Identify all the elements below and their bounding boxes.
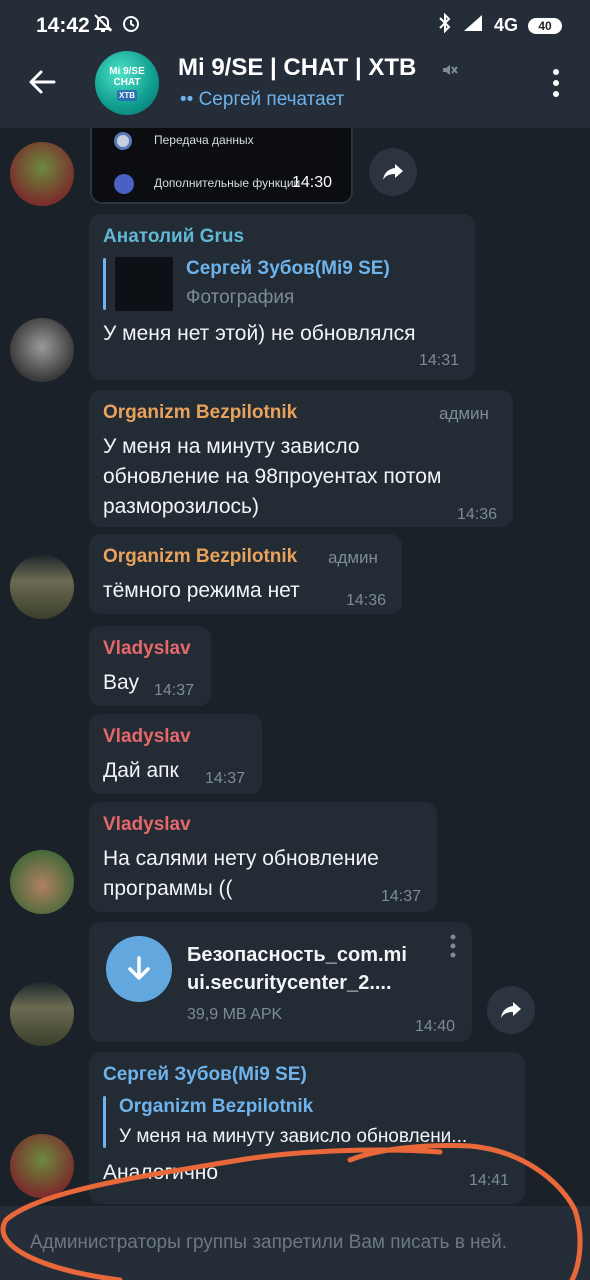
user-avatar[interactable] — [10, 982, 74, 1046]
forward-button[interactable] — [369, 148, 417, 196]
function-icon — [114, 174, 134, 194]
forward-button[interactable] — [487, 986, 535, 1034]
mute-notifications-icon — [92, 12, 114, 34]
back-button[interactable] — [22, 62, 62, 102]
user-avatar[interactable] — [10, 555, 74, 619]
chat-header: Mi 9/SE CHAT XTB Mi 9/SE | CHAT | XTB ••… — [0, 40, 590, 128]
message-bubble[interactable]: Vladyslav Дай апк 14:37 — [89, 714, 262, 794]
signal-icon — [462, 14, 484, 37]
bluetooth-icon — [438, 12, 452, 38]
avatar-line-1: Mi 9/SE — [109, 65, 145, 77]
user-avatar[interactable] — [10, 850, 74, 914]
sender-name[interactable]: Vladyslav — [103, 638, 191, 660]
file-menu-button[interactable] — [449, 934, 457, 958]
sender-name[interactable]: Organizm Bezpilotnik — [103, 546, 297, 568]
file-name-line: Безопасность_com.mi — [187, 944, 407, 966]
message-text-line: обновление на 98проуентах потом — [103, 465, 442, 488]
user-avatar[interactable] — [10, 318, 74, 382]
avatar-line-2: CHAT — [113, 76, 141, 88]
message-text: Вау — [103, 671, 139, 694]
message-list[interactable]: Передача данных Дополнительные функции 1… — [0, 128, 590, 1206]
arrow-left-icon — [29, 70, 56, 94]
message-time: 14:37 — [205, 770, 246, 787]
sender-name[interactable]: Vladyslav — [103, 726, 191, 748]
reply-name[interactable]: Organizm Bezpilotnik — [119, 1096, 313, 1118]
message-bubble[interactable]: Сергей Зубов(Mi9 SE) Organizm Bezpilotni… — [89, 1052, 525, 1204]
battery-level: 40 — [538, 18, 552, 33]
forward-icon — [383, 164, 403, 180]
status-time: 14:42 — [36, 14, 90, 37]
battery-icon: 40 — [528, 17, 562, 34]
file-message[interactable]: Безопасность_com.mi ui.securitycenter_2.… — [89, 922, 472, 1042]
file-size: 39,9 MB APK — [187, 1006, 283, 1023]
admin-badge: админ — [439, 404, 489, 423]
reply-bar — [103, 1096, 106, 1148]
image-message[interactable]: Передача данных Дополнительные функции 1… — [90, 128, 353, 204]
message-time: 14:40 — [415, 1018, 456, 1035]
forward-icon — [501, 1002, 521, 1018]
user-avatar[interactable] — [10, 142, 74, 206]
message-text-line: У меня на минуту зависло — [103, 435, 360, 458]
typing-status: •• Сергей печатает — [180, 89, 345, 110]
toggle-icon — [114, 132, 132, 150]
reply-text: Фотография — [186, 287, 295, 308]
message-time: 14:36 — [346, 592, 387, 609]
message-text: У меня нет этой) не обновлялся — [103, 322, 416, 345]
avatar-line-3: XTB — [117, 89, 137, 101]
download-button[interactable] — [106, 936, 172, 1002]
message-time: 14:31 — [419, 352, 460, 369]
alarm-icon — [120, 12, 142, 34]
user-avatar[interactable] — [10, 1134, 74, 1198]
admin-badge: админ — [328, 548, 378, 567]
sender-name[interactable]: Анатолий Grus — [103, 226, 244, 248]
image-row-2: Дополнительные функции — [154, 176, 301, 190]
message-time: 14:36 — [457, 506, 498, 523]
input-bar: Администраторы группы запретили Вам писа… — [0, 1206, 590, 1280]
reply-text: У меня на минуту зависло обновлени... — [119, 1126, 468, 1147]
reply-bar — [103, 258, 106, 310]
more-options-button[interactable] — [552, 68, 560, 98]
message-bubble[interactable]: Organizm Bezpilotnik админ тёмного режим… — [89, 534, 402, 614]
message-bubble[interactable]: Vladyslav На салями нету обновление прог… — [89, 802, 437, 912]
image-row-1: Передача данных — [154, 133, 254, 147]
message-time: 14:37 — [381, 888, 422, 905]
reply-name[interactable]: Сергей Зубов(Mi9 SE) — [186, 258, 390, 280]
message-bubble[interactable]: Organizm Bezpilotnik админ У меня на мин… — [89, 390, 513, 527]
message-text: Дай апк — [103, 759, 179, 782]
message-text-line: разморозилось) — [103, 495, 259, 518]
status-icons-right: 4G 40 — [438, 12, 562, 38]
sender-name[interactable]: Organizm Bezpilotnik — [103, 402, 297, 424]
file-name-line: ui.securitycenter_2.... — [187, 972, 392, 994]
message-bubble[interactable]: Vladyslav Вау 14:37 — [89, 626, 211, 706]
muted-chat-icon — [443, 65, 458, 75]
network-type: 4G — [493, 15, 518, 35]
message-bubble[interactable]: Анатолий Grus Сергей Зубов(Mi9 SE) Фотог… — [89, 214, 475, 380]
message-time: 14:37 — [154, 682, 195, 699]
message-text-line: На салями нету обновление — [103, 847, 379, 870]
message-text-line: программы (( — [103, 877, 233, 900]
message-time: 14:30 — [292, 174, 333, 191]
message-text: Аналогично — [103, 1161, 219, 1184]
message-time: 14:41 — [469, 1172, 510, 1189]
restricted-notice: Администраторы группы запретили Вам писа… — [30, 1232, 508, 1253]
download-arrow-icon — [128, 956, 150, 980]
sender-name[interactable]: Vladyslav — [103, 814, 191, 836]
chat-avatar[interactable]: Mi 9/SE CHAT XTB — [95, 51, 159, 115]
sender-name[interactable]: Сергей Зубов(Mi9 SE) — [103, 1064, 307, 1086]
message-text: тёмного режима нет — [103, 579, 300, 602]
reply-thumbnail — [115, 257, 173, 311]
chat-title[interactable]: Mi 9/SE | CHAT | XTB — [178, 54, 416, 82]
